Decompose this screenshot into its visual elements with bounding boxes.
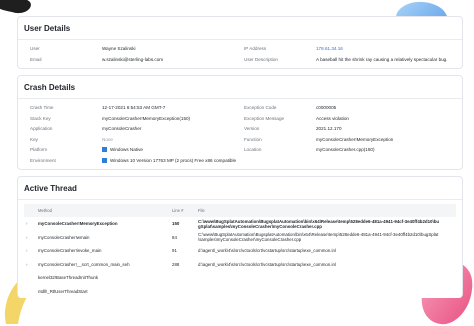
email-label: Email [30, 56, 42, 62]
exception-code-label: Exception Code [244, 105, 277, 110]
stack-key-value: myConsoleCrasher!MemoryException(150) [102, 115, 191, 121]
windows-icon [102, 157, 107, 163]
method-cell: myConsoleCrasher!wmain [38, 234, 90, 240]
line-cell: 150 [172, 221, 180, 227]
method-cell: myConsoleCrasher!__scrt_common_main_seh [38, 261, 130, 267]
exception-code-value: c0000005 [316, 105, 337, 110]
crash-time-label: Crash Time [30, 105, 54, 110]
file-column-header[interactable]: File [198, 208, 456, 213]
application-label: Application [30, 126, 53, 131]
method-cell: myConsoleCrasher!MemoryException [38, 221, 118, 227]
platform-value: Windows Native [110, 147, 143, 152]
version-label: Version [244, 126, 260, 131]
method-column-header[interactable]: Method [38, 208, 172, 213]
thread-table-header: Method Line # File [24, 204, 456, 217]
function-label: Function [244, 136, 262, 142]
stack-key-label: Stack Key [30, 115, 51, 121]
platform-label: Platform [30, 147, 48, 152]
method-cell: ntdll!_RtlUserThreadStart [38, 288, 88, 294]
file-cell: C:\www\BugSplatAutomation\BugsplatAutoma… [198, 219, 456, 229]
crash-details-card: Crash Details Crash Time 12-17-2021 6:54… [17, 75, 463, 170]
crash-report-page: User Details User Wayne Szalinski IP Add… [17, 16, 463, 304]
key-label: Key [30, 136, 38, 142]
file-path-line2: \samples\myConsoleCrasher\myConsoleCrash… [198, 237, 302, 243]
ip-address-link[interactable]: 178.61.34.16 [316, 44, 450, 55]
active-thread-title: Active Thread [18, 177, 462, 200]
file-cell: d:\agent\_work\4\s\src\vctools\crt\vcsta… [198, 261, 336, 267]
file-cell: C:\www\BugSplatAutomation\BugsplatAutoma… [198, 232, 456, 242]
table-row[interactable]: › myConsoleCrasher!__scrt_common_main_se… [18, 258, 462, 272]
email-value: w.szalinski@sterling-labs.com [102, 56, 164, 62]
user-label: User [30, 46, 40, 51]
active-thread-card: Active Thread Method Line # File › myCon… [17, 176, 463, 298]
environment-label: Environment [30, 157, 56, 163]
ip-address-label: IP Address [244, 46, 267, 51]
method-cell: kernel32!BaseThreadInitThunk [38, 275, 99, 281]
method-cell: myConsoleCrasher!invoke_main [38, 248, 102, 254]
environment-value-cell: Windows 10 Version 17763 MP (2 procs) Fr… [102, 156, 450, 167]
environment-value: Windows 10 Version 17763 MP (2 procs) Fr… [110, 157, 237, 163]
platform-value-cell: Windows Native [102, 145, 244, 156]
exception-message-value: Access violation [316, 115, 349, 121]
user-description-value: A baseball hit the shrink ray causing a … [316, 56, 448, 62]
table-row: kernel32!BaseThreadInitThunk [18, 271, 462, 285]
windows-icon [102, 147, 107, 152]
chevron-right-icon[interactable]: › [24, 262, 38, 267]
user-value: Wayne Szalinski [102, 46, 136, 51]
user-details-title: User Details [18, 17, 462, 40]
chevron-right-icon[interactable]: › [24, 235, 38, 240]
table-row[interactable]: › myConsoleCrasher!wmain 84 C:\www\BugSp… [18, 231, 462, 245]
crash-time-value: 12-17-2021 6:54:53 AM GMT-7 [102, 105, 166, 110]
file-path-line2: gSplat\samples\myConsoleCrasher\myConsol… [198, 223, 322, 229]
crash-details-grid: Crash Time 12-17-2021 6:54:53 AM GMT-7 E… [18, 99, 462, 169]
user-description-label: User Description [244, 56, 278, 62]
user-details-grid: User Wayne Szalinski IP Address 178.61.3… [18, 40, 462, 68]
line-cell: 84 [172, 234, 177, 240]
table-row[interactable]: › myConsoleCrasher!invoke_main 91 d:\age… [18, 244, 462, 258]
chevron-right-icon[interactable]: › [24, 248, 38, 253]
table-row[interactable]: › myConsoleCrasher!MemoryException 150 C… [18, 217, 462, 231]
location-label: Location [244, 147, 262, 152]
location-value: myConsoleCrasher.cpp(150) [316, 147, 375, 152]
user-details-card: User Details User Wayne Szalinski IP Add… [17, 16, 463, 69]
chevron-right-icon[interactable]: › [24, 221, 38, 226]
version-value: 2021.12.170 [316, 126, 342, 131]
exception-message-label: Exception Message [244, 115, 285, 121]
function-value: myConsoleCrasher!MemoryException [316, 136, 394, 142]
application-value: myConsoleCrasher [102, 126, 142, 131]
line-cell: 91 [172, 248, 177, 254]
key-value: None [102, 136, 113, 142]
line-column-header[interactable]: Line # [172, 208, 198, 213]
header-spacer [24, 208, 38, 213]
crash-details-title: Crash Details [18, 76, 462, 99]
line-cell: 288 [172, 261, 180, 267]
table-row: ntdll!_RtlUserThreadStart [18, 285, 462, 299]
file-cell: d:\agent\_work\4\s\src\vctools\crt\vcsta… [198, 248, 336, 254]
